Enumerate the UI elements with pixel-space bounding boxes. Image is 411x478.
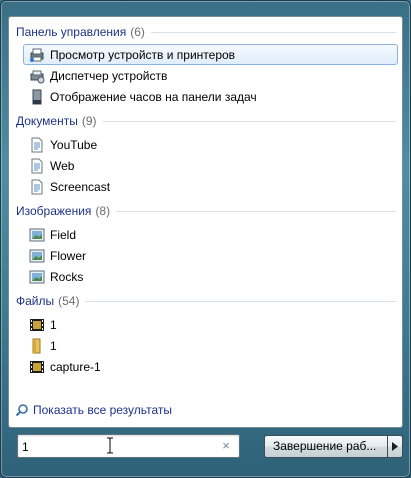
result-label: Field [50,227,77,242]
printer-devices-icon [30,48,44,62]
result-label: capture-1 [50,359,101,374]
shutdown-options-button[interactable] [387,435,403,458]
taskbar-clock-icon [32,89,42,104]
group-header-documents[interactable]: Документы (9) [16,112,396,130]
result-item-taskbar-clock[interactable]: Отображение часов на панели задач [23,86,398,107]
result-label: Screencast [50,179,111,194]
folder-icon [32,338,41,353]
group-header-images[interactable]: Изображения (8) [16,202,396,220]
divider [116,210,396,212]
search-input[interactable] [22,438,217,455]
result-item-file-1-folder[interactable]: 1 [23,335,398,356]
result-item-rocks[interactable]: Rocks [23,266,398,287]
group-count: (6) [130,25,145,39]
result-label: Web [50,158,75,173]
search-box[interactable]: × [17,434,240,458]
result-label: Отображение часов на панели задач [50,89,257,104]
divider [150,31,396,33]
result-item-devices-printers[interactable]: Просмотр устройств и принтеров [23,44,398,65]
device-manager-icon [30,70,45,83]
result-label: Просмотр устройств и принтеров [50,47,236,62]
result-label: YouTube [50,137,98,152]
result-item-device-manager[interactable]: Диспетчер устройств [23,65,398,86]
result-label: Диспетчер устройств [50,68,168,83]
text-cursor-icon [107,437,113,454]
document-icon [31,137,43,152]
show-all-label: Показать все результаты [33,403,172,417]
divider [102,120,396,122]
document-icon [31,179,43,194]
image-icon [29,270,45,283]
document-icon [31,158,43,173]
result-label: Flower [50,248,87,263]
video-file-icon [30,360,44,373]
result-label: 1 [50,317,57,332]
group-header-files[interactable]: Файлы (54) [16,292,396,310]
group-title: Панель управления [16,25,127,39]
group-count: (54) [58,294,80,308]
search-icon [15,404,28,417]
arrow-right-icon [392,442,398,451]
result-item-file-1-video[interactable]: 1 [23,314,398,335]
result-item-screencast[interactable]: Screencast [23,176,398,197]
divider [85,300,396,302]
clear-search-button[interactable]: × [219,438,233,454]
group-title: Изображения [16,204,92,218]
group-count: (9) [81,114,97,128]
result-item-capture-1[interactable]: capture-1 [23,356,398,377]
show-all-results-link[interactable]: Показать все результаты [15,401,172,419]
result-label: 1 [50,338,57,353]
image-icon [29,228,45,241]
result-item-field[interactable]: Field [23,224,398,245]
group-title: Документы [16,114,78,128]
group-title: Файлы [16,294,55,308]
result-item-youtube[interactable]: YouTube [23,134,398,155]
result-item-web[interactable]: Web [23,155,398,176]
shutdown-button[interactable]: Завершение раб... [264,435,387,458]
video-file-icon [30,318,44,331]
result-item-flower[interactable]: Flower [23,245,398,266]
image-icon [29,249,45,262]
group-header-control-panel[interactable]: Панель управления (6) [16,23,396,41]
group-count: (8) [95,204,111,218]
search-results-panel: Панель управления (6) Просмотр устройств… [8,16,403,428]
result-label: Rocks [50,269,84,284]
